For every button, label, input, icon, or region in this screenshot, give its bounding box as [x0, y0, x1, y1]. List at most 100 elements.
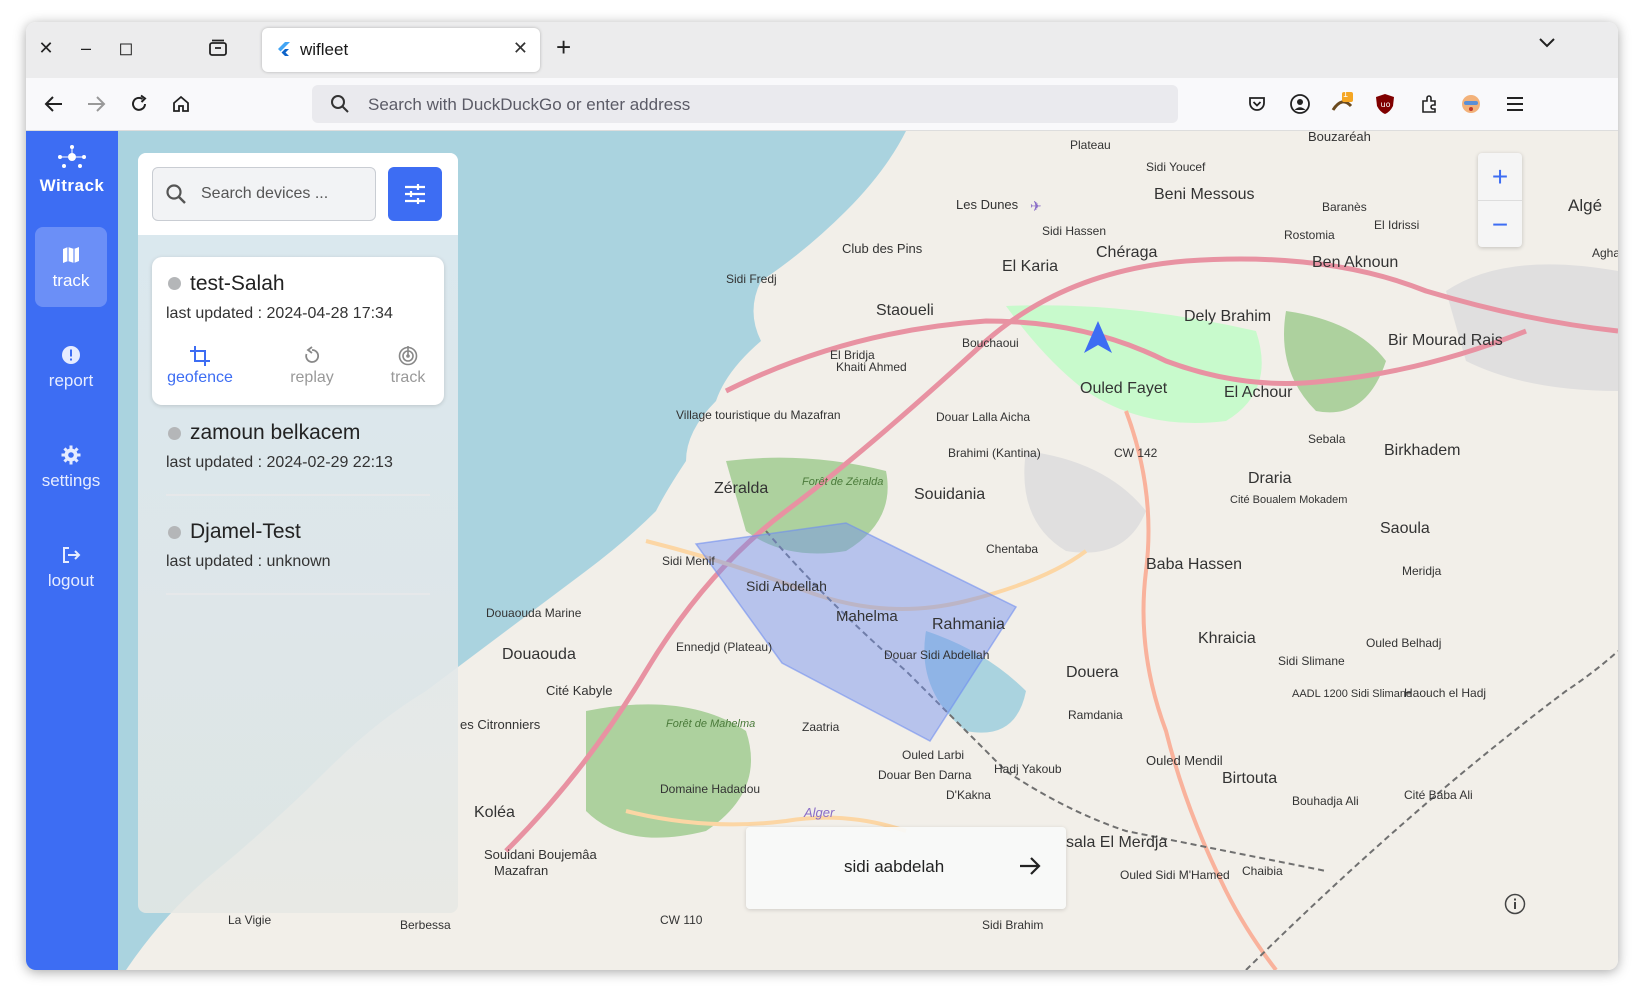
sidebar-item-logout[interactable]: logout [35, 527, 107, 607]
forward-icon[interactable] [82, 90, 110, 118]
logo-text: Witrack [39, 176, 105, 195]
map-label: Forêt de Zéralda [802, 476, 883, 488]
map-label: Douar Lalla Aicha [936, 410, 1030, 424]
zoom-in-button[interactable]: + [1478, 153, 1522, 201]
zoom-out-button[interactable]: − [1478, 201, 1522, 248]
sidebar-item-label: report [48, 371, 94, 390]
alert-icon [62, 346, 80, 364]
filter-button[interactable] [388, 167, 442, 221]
sidebar-item-settings[interactable]: settings [35, 427, 107, 507]
device-name: Djamel-Test [190, 520, 301, 543]
map-label: Algé [1568, 196, 1602, 215]
address-placeholder: Search with DuckDuckGo or enter address [368, 95, 691, 114]
geofence-name-card[interactable]: sidi aabdelah [746, 827, 1066, 909]
address-bar[interactable]: Search with DuckDuckGo or enter address [312, 85, 1178, 123]
sidebar-item-track[interactable]: track [35, 227, 107, 307]
witrack-logo: Witrack [36, 145, 108, 197]
minimize-window-icon[interactable]: – [74, 36, 98, 60]
map-label: Hadj Yakoub [994, 762, 1062, 776]
tab-wifleet[interactable]: wifleet ✕ [262, 28, 540, 72]
replay-icon [305, 346, 320, 363]
extension-badge-count: 1 [1343, 89, 1349, 99]
pocket-icon[interactable] [1243, 90, 1271, 118]
divider [166, 593, 430, 595]
map-label: Forêt de Mahelma [666, 718, 755, 730]
map-label: Zaatria [802, 720, 840, 734]
map-label: Rostomia [1284, 228, 1335, 242]
sidebar-item-report[interactable]: report [35, 327, 107, 407]
replay-button[interactable]: replay [272, 343, 352, 387]
info-icon[interactable] [1504, 893, 1526, 915]
map-label: Draria [1248, 470, 1292, 487]
crop-icon [190, 346, 210, 366]
map-label: Douar Ben Darna [878, 768, 972, 782]
map-label: Souidania [914, 486, 985, 503]
maximize-window-icon[interactable]: ◻ [114, 36, 138, 60]
back-icon[interactable] [40, 90, 68, 118]
reload-icon[interactable] [125, 90, 153, 118]
divider [166, 494, 430, 496]
map-label: Bir Mourad Rais [1388, 332, 1503, 349]
device-name: test-Salah [190, 272, 285, 295]
map-label: Bouzaréah [1308, 131, 1371, 144]
map-label: El Achour [1224, 384, 1293, 401]
geofence-button[interactable]: geofence [160, 343, 240, 387]
map-label: Agha [1592, 246, 1618, 260]
tab-bar: ✕ – ◻ wifleet ✕ + [26, 22, 1618, 78]
gear-icon [61, 445, 81, 465]
search-icon [165, 183, 187, 210]
extensions-icon[interactable] [1415, 90, 1443, 118]
map-label: Les Dunes [956, 197, 1019, 212]
map-label: Brahimi (Kantina) [948, 446, 1041, 460]
home-icon[interactable] [167, 90, 195, 118]
devices-panel: Search devices ... test-Salah last updat… [138, 153, 458, 913]
radar-icon [398, 346, 418, 366]
new-tab-icon[interactable]: + [556, 34, 571, 60]
geofence-name: sidi aabdelah [844, 857, 945, 876]
map-label: AADL 1200 Sidi Slimane [1292, 688, 1412, 700]
extension-badge-icon[interactable]: 1 [1328, 89, 1356, 118]
close-window-icon[interactable]: ✕ [34, 36, 58, 60]
map-label: Cité Boualem Mokadem [1230, 494, 1347, 506]
map-label: Ouled Larbi [902, 748, 964, 762]
map-label: Sidi Hassen [1042, 224, 1106, 238]
map-label: Ouled Sidi M'Hamed [1120, 868, 1230, 882]
map-label: Ben Aknoun [1312, 254, 1398, 271]
account-icon[interactable] [1286, 90, 1314, 118]
map-label: es Citronniers [460, 717, 541, 732]
map-label: Bouchaoui [962, 336, 1019, 350]
ublock-icon[interactable]: uo [1371, 90, 1399, 118]
close-tab-icon[interactable]: ✕ [513, 38, 528, 59]
map-label: Berbessa [400, 918, 451, 932]
map-label: Baranès [1322, 200, 1367, 214]
geofence-label: geofence [167, 369, 233, 386]
arrow-right-icon[interactable] [1018, 855, 1042, 882]
profile-avatar-icon[interactable] [1457, 90, 1485, 118]
map-label: Cité Baba Ali [1404, 788, 1473, 802]
map-label: Domaine Hadadou [660, 782, 760, 796]
map-label: sala El Merdja [1066, 834, 1167, 851]
track-button[interactable]: track [368, 343, 448, 387]
map-label: Birtouta [1222, 770, 1277, 787]
map-label: Sidi Menif [662, 554, 715, 568]
device-search-input[interactable]: Search devices ... [152, 167, 376, 221]
flutter-icon [278, 42, 290, 56]
map-label: Khraicia [1198, 630, 1256, 647]
map-label: Koléa [474, 804, 515, 821]
zoom-control: + − [1478, 153, 1522, 247]
airport-icon: ✈ [1030, 199, 1042, 215]
map-label: Ouled Fayet [1080, 380, 1168, 397]
map-label: Sidi Brahim [982, 918, 1043, 932]
device-card-selected[interactable]: test-Salah last updated : 2024-04-28 17:… [152, 257, 444, 405]
map-label: Zéralda [714, 480, 768, 497]
map-label: Ennedjd (Plateau) [676, 640, 772, 654]
map-label: Plateau [1070, 138, 1111, 152]
map-label: Ouled Belhadj [1366, 636, 1441, 650]
status-dot [168, 526, 181, 539]
tab-overview-icon[interactable] [206, 36, 230, 60]
list-tabs-icon[interactable] [1538, 36, 1556, 54]
map-label: El Idrissi [1374, 218, 1419, 232]
map-label: Bouhadja Ali [1292, 794, 1359, 808]
map-label: Sebala [1308, 432, 1346, 446]
menu-icon[interactable] [1501, 90, 1529, 118]
